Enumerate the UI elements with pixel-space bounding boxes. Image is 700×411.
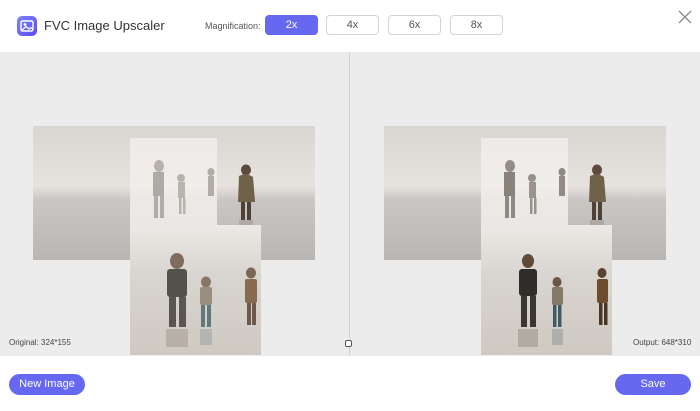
close-icon[interactable] — [677, 9, 693, 25]
magnification-4x-button[interactable]: 4x — [326, 15, 379, 35]
app-title: FVC Image Upscaler — [44, 18, 165, 33]
save-button[interactable]: Save — [615, 374, 691, 395]
app-logo-icon — [17, 16, 37, 36]
footer-bar: New Image Save — [0, 356, 700, 411]
magnification-6x-button[interactable]: 6x — [388, 15, 441, 35]
magnification-8x-button[interactable]: 8x — [450, 15, 503, 35]
compare-divider — [349, 52, 350, 356]
output-preview-pane: Output: 648*310 — [351, 52, 700, 356]
original-size-label: Original: 324*155 — [9, 338, 71, 347]
magnification-2x-button[interactable]: 2x — [265, 15, 318, 35]
preview-area: Original: 324*155 Output: 648*310 — [0, 52, 700, 356]
original-preview-pane: Original: 324*155 — [0, 52, 349, 356]
output-zoom-crop — [481, 225, 612, 355]
new-image-button[interactable]: New Image — [9, 374, 85, 395]
magnification-label: Magnification: — [205, 21, 261, 31]
output-size-label: Output: 648*310 — [633, 338, 692, 347]
upscaler-window: FVC Image Upscaler Magnification: 2x 4x … — [0, 0, 700, 411]
header-bar: FVC Image Upscaler Magnification: 2x 4x … — [0, 0, 700, 52]
original-zoom-crop — [130, 225, 261, 355]
